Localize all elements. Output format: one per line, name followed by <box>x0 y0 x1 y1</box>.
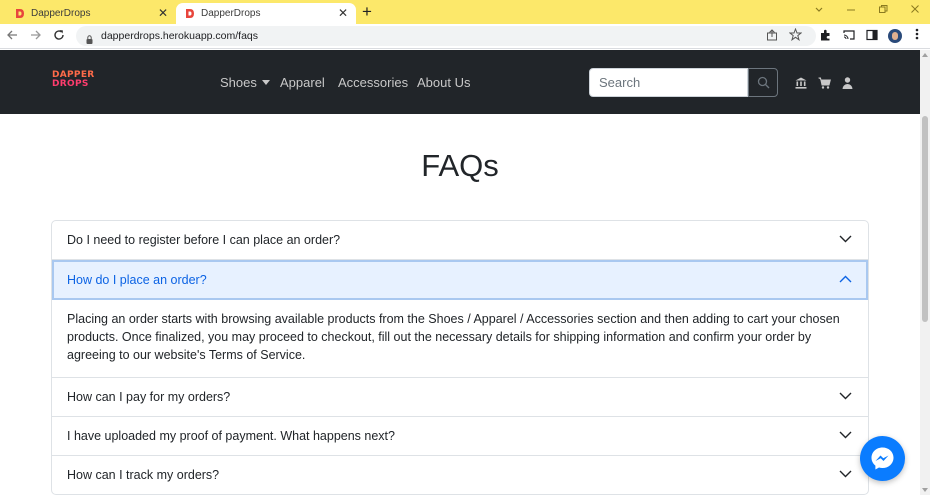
search-icon <box>757 76 770 89</box>
site-navbar: DAPPER DROPS Shoes Apparel Accessories A… <box>0 50 920 114</box>
browser-tab-active[interactable]: DapperDrops ✕ <box>176 3 356 24</box>
tab-search-icon[interactable] <box>814 3 824 17</box>
faq-item: I have uploaded my proof of payment. Wha… <box>52 417 868 456</box>
bank-icon[interactable] <box>795 76 807 94</box>
cart-icon[interactable] <box>818 76 831 94</box>
faq-question-button[interactable]: I have uploaded my proof of payment. Wha… <box>52 417 868 455</box>
faq-question-button[interactable]: How do I place an order? <box>52 260 868 300</box>
forward-arrow-icon[interactable] <box>30 28 42 44</box>
messenger-chat-button[interactable] <box>860 436 905 481</box>
faq-item: How can I track my orders? <box>52 456 868 494</box>
dapperdrops-favicon-icon <box>14 8 25 19</box>
side-panel-icon[interactable] <box>866 29 878 44</box>
bookmark-star-icon[interactable] <box>788 27 803 44</box>
user-icon[interactable] <box>842 76 853 94</box>
faq-question-button[interactable]: How can I pay for my orders? <box>52 378 868 416</box>
reload-icon[interactable] <box>53 28 65 44</box>
cast-icon[interactable] <box>843 29 855 44</box>
nav-apparel[interactable]: Apparel <box>280 75 325 91</box>
address-bar[interactable]: dapperdrops.herokuapp.com/faqs <box>76 26 816 46</box>
faq-question-button[interactable]: How can I track my orders? <box>52 456 868 494</box>
faq-item-expanded: How do I place an order? Placing an orde… <box>52 260 868 378</box>
search-input[interactable] <box>589 68 748 97</box>
nav-shoes-dropdown[interactable]: Shoes <box>220 75 270 91</box>
faq-question-text: How do I place an order? <box>67 273 207 287</box>
scroll-up-icon[interactable] <box>922 53 928 57</box>
nav-shoes-label: Shoes <box>220 75 257 90</box>
nav-accessories[interactable]: Accessories <box>338 75 408 91</box>
faq-question-text: I have uploaded my proof of payment. Wha… <box>67 429 395 443</box>
page-title: FAQs <box>421 148 499 183</box>
faq-item: Do I need to register before I can place… <box>52 221 868 260</box>
faq-question-text: How can I track my orders? <box>67 468 220 482</box>
browser-toolbar: dapperdrops.herokuapp.com/faqs <box>0 24 930 49</box>
faq-question-text: Do I need to register before I can place… <box>67 233 341 247</box>
caret-down-icon <box>261 80 270 85</box>
site-logo[interactable]: DAPPER DROPS <box>52 71 95 89</box>
faq-item: How can I pay for my orders? <box>52 378 868 417</box>
browser-tab[interactable]: DapperDrops ✕ <box>6 3 176 24</box>
profile-avatar-icon[interactable] <box>888 29 902 43</box>
faq-question-button[interactable]: Do I need to register before I can place… <box>52 221 868 259</box>
tab-title: DapperDrops <box>31 8 91 19</box>
close-tab-icon[interactable]: ✕ <box>158 6 168 20</box>
faq-answer: Placing an order starts with browsing av… <box>67 312 840 362</box>
url-text[interactable]: dapperdrops.herokuapp.com/faqs <box>101 30 258 42</box>
extension-icon[interactable] <box>820 29 832 44</box>
chevron-down-icon <box>839 235 852 243</box>
search-button[interactable] <box>748 68 778 97</box>
chevron-down-icon <box>839 392 852 400</box>
nav-about-us[interactable]: About Us <box>417 75 470 91</box>
dapperdrops-favicon-icon <box>184 8 195 19</box>
restore-icon[interactable] <box>878 3 888 17</box>
page-scrollbar[interactable] <box>920 50 930 495</box>
chrome-menu-icon[interactable] <box>915 28 919 43</box>
faq-accordion: Do I need to register before I can place… <box>51 220 869 495</box>
scrollbar-thumb[interactable] <box>922 116 928 322</box>
scroll-down-icon[interactable] <box>922 488 928 492</box>
messenger-icon <box>871 447 894 470</box>
close-window-icon[interactable] <box>910 3 920 17</box>
chevron-up-icon <box>839 275 852 283</box>
minimize-icon[interactable] <box>846 3 856 17</box>
share-icon[interactable] <box>766 29 778 44</box>
logo-line2: DROPS <box>52 79 89 89</box>
back-arrow-icon[interactable] <box>6 28 18 44</box>
tab-title: DapperDrops <box>201 8 261 19</box>
chevron-down-icon <box>839 431 852 439</box>
lock-icon[interactable] <box>86 31 93 44</box>
browser-tab-strip: DapperDrops ✕ DapperDrops ✕ + <box>0 0 930 24</box>
chevron-down-icon <box>839 470 852 478</box>
faq-question-text: How can I pay for my orders? <box>67 390 231 404</box>
close-tab-icon[interactable]: ✕ <box>338 6 348 20</box>
new-tab-button[interactable]: + <box>362 2 372 22</box>
